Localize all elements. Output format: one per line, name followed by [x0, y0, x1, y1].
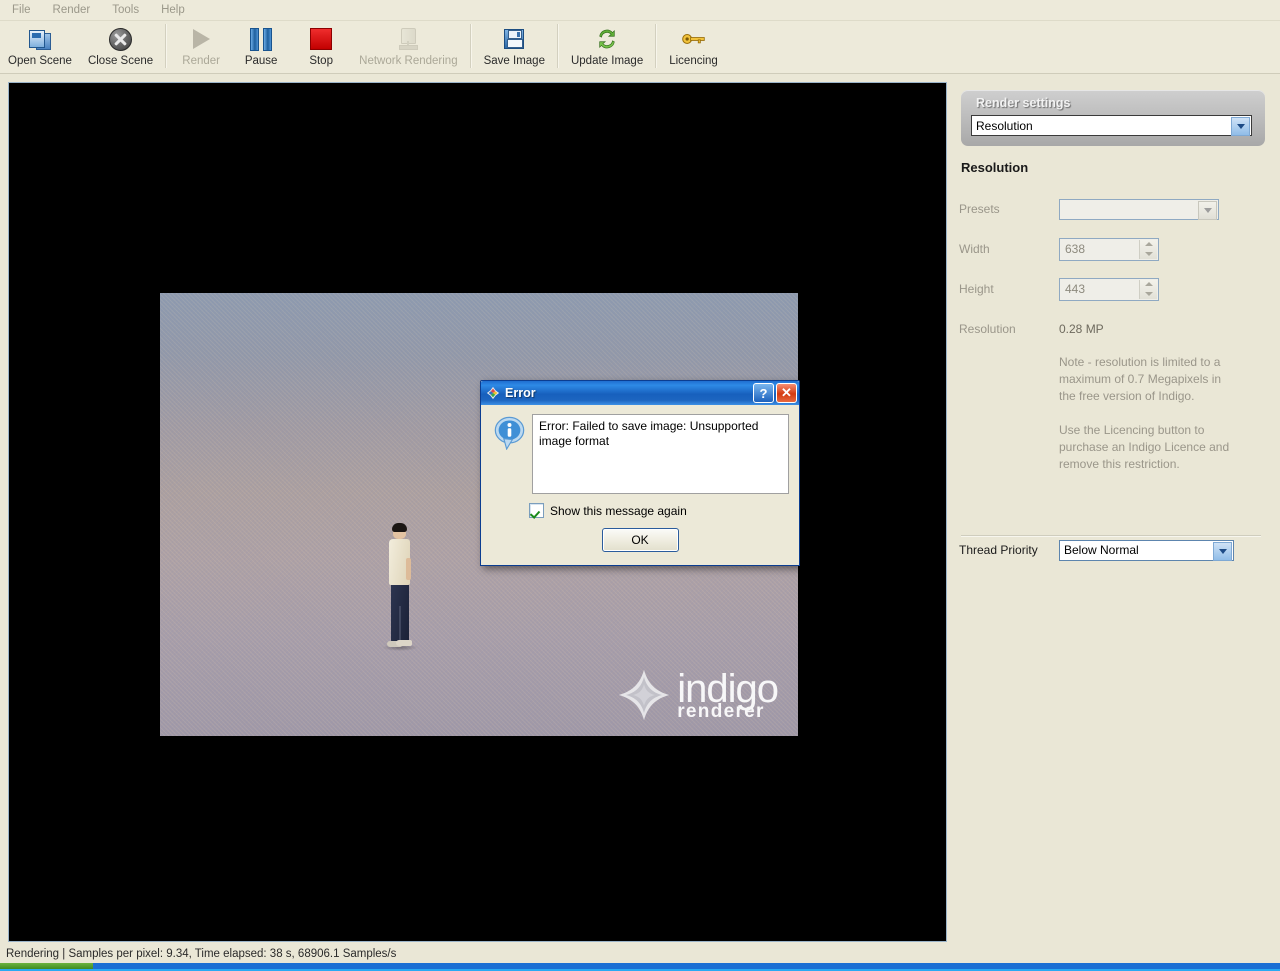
refresh-icon [592, 26, 622, 52]
dialog-message-row: Error: Failed to save image: Unsupported… [491, 414, 789, 494]
logo-word-renderer: renderer [677, 702, 778, 721]
toolbar-label-save-image: Save Image [484, 55, 545, 68]
dialog-help-button[interactable]: ? [753, 383, 774, 403]
menu-item-render[interactable]: Render [43, 2, 101, 19]
menu-bar: File Render Tools Help [0, 0, 1280, 21]
thread-priority-dropdown[interactable]: Below Normal [1059, 540, 1234, 561]
status-text: Rendering | Samples per pixel: 9.34, Tim… [6, 948, 396, 960]
error-dialog: Error ? ✕ Error: Failed to save image: U… [480, 380, 800, 566]
toolbar-separator-1 [165, 24, 167, 68]
render-viewport[interactable]: indigo renderer [8, 82, 947, 942]
toolbar-button-pause[interactable]: Pause [231, 21, 291, 68]
panel-header: Render settings Resolution [961, 90, 1265, 146]
presets-dropdown[interactable] [1059, 199, 1219, 220]
close-scene-icon [106, 26, 136, 52]
render-settings-panel: Render settings Resolution Resolution Pr… [953, 82, 1273, 940]
toolbar-label-update-image: Update Image [571, 55, 643, 68]
play-icon [186, 26, 216, 52]
note-block: Note - resolution is limited to a maximu… [1059, 354, 1234, 490]
indigo-logo: indigo renderer [617, 668, 778, 722]
dialog-body: Error: Failed to save image: Unsupported… [481, 405, 799, 560]
height-label: Height [959, 282, 1059, 296]
width-value: 638 [1065, 242, 1085, 256]
indigo-renderer-window: File Render Tools Help Open Scene Close … [0, 0, 1280, 971]
ok-button[interactable]: OK [602, 528, 679, 552]
width-input[interactable]: 638 [1059, 238, 1159, 261]
toolbar-button-update-image[interactable]: Update Image [563, 21, 651, 68]
stepper-down-icon[interactable] [1145, 292, 1153, 296]
thread-priority-value: Below Normal [1064, 543, 1139, 557]
chevron-down-icon[interactable] [1231, 117, 1250, 136]
show-message-again-row[interactable]: Show this message again [529, 503, 789, 518]
indigo-app-icon [486, 386, 500, 400]
stepper-up-icon[interactable] [1145, 242, 1153, 246]
width-row: Width 638 [959, 236, 1269, 262]
stop-icon [306, 26, 336, 52]
dialog-title-bar[interactable]: Error ? ✕ [481, 381, 799, 405]
note-paragraph-1: Note - resolution is limited to a maximu… [1059, 354, 1234, 405]
toolbar-label-network-rendering: Network Rendering [359, 55, 457, 68]
toolbar-separator-4 [655, 24, 657, 68]
toolbar-button-stop[interactable]: Stop [291, 21, 351, 68]
settings-section-dropdown[interactable]: Resolution [971, 115, 1252, 136]
menu-item-help[interactable]: Help [151, 2, 195, 19]
open-scene-icon [25, 26, 55, 52]
width-stepper[interactable] [1139, 240, 1157, 259]
presets-label: Presets [959, 202, 1059, 216]
toolbar-label-stop: Stop [309, 55, 333, 68]
toolbar-label-licencing: Licencing [669, 55, 718, 68]
height-stepper[interactable] [1139, 280, 1157, 299]
thread-priority-row: Thread Priority Below Normal [959, 537, 1269, 563]
pause-icon [246, 26, 276, 52]
height-value: 443 [1065, 282, 1085, 296]
toolbar-button-close-scene[interactable]: Close Scene [80, 21, 161, 68]
presets-row: Presets [959, 196, 1269, 222]
toolbar-button-network-rendering[interactable]: Network Rendering [351, 21, 465, 68]
resolution-label: Resolution [959, 322, 1059, 336]
toolbar-separator-3 [557, 24, 559, 68]
menu-item-file[interactable]: File [2, 2, 41, 19]
height-input[interactable]: 443 [1059, 278, 1159, 301]
status-bar: Rendering | Samples per pixel: 9.34, Tim… [0, 945, 1280, 963]
dialog-button-row: OK [491, 528, 789, 552]
thread-priority-chevron-down-icon[interactable] [1213, 542, 1232, 561]
show-message-again-label: Show this message again [550, 504, 687, 518]
panel-header-title: Render settings [976, 96, 1070, 110]
resolution-value: 0.28 MP [1059, 322, 1104, 336]
thread-priority-label: Thread Priority [959, 543, 1059, 557]
toolbar: Open Scene Close Scene Render Pause [0, 21, 1280, 74]
settings-section-value: Resolution [976, 119, 1033, 133]
toolbar-label-open-scene: Open Scene [8, 55, 72, 68]
rendered-figure [382, 524, 418, 666]
floppy-disk-icon [499, 26, 529, 52]
menu-item-tools[interactable]: Tools [102, 2, 149, 19]
toolbar-button-save-image[interactable]: Save Image [476, 21, 553, 68]
width-label: Width [959, 242, 1059, 256]
toolbar-button-licencing[interactable]: Licencing [661, 21, 726, 68]
dialog-title: Error [505, 386, 751, 400]
toolbar-label-pause: Pause [245, 55, 278, 68]
section-title: Resolution [961, 160, 1028, 175]
indigo-star-icon [617, 668, 671, 722]
show-message-again-checkbox[interactable] [529, 503, 544, 518]
stepper-up-icon[interactable] [1145, 282, 1153, 286]
refresh-icon-svg [596, 28, 618, 50]
stepper-down-icon[interactable] [1145, 252, 1153, 256]
height-row: Height 443 [959, 276, 1269, 302]
toolbar-button-render[interactable]: Render [171, 21, 231, 68]
key-icon [679, 26, 709, 52]
info-icon [493, 416, 526, 450]
toolbar-button-open-scene[interactable]: Open Scene [0, 21, 80, 68]
key-icon-svg [682, 32, 706, 46]
toolbar-label-render: Render [182, 55, 220, 68]
presets-chevron-down-icon[interactable] [1198, 201, 1217, 220]
toolbar-separator-2 [470, 24, 472, 68]
network-icon [393, 26, 423, 52]
note-paragraph-2: Use the Licencing button to purchase an … [1059, 422, 1234, 473]
resolution-row: Resolution 0.28 MP [959, 316, 1269, 342]
toolbar-label-close-scene: Close Scene [88, 55, 153, 68]
progress-bar [0, 963, 1280, 971]
dialog-message-text: Error: Failed to save image: Unsupported… [532, 414, 789, 494]
dialog-close-button[interactable]: ✕ [776, 383, 797, 403]
